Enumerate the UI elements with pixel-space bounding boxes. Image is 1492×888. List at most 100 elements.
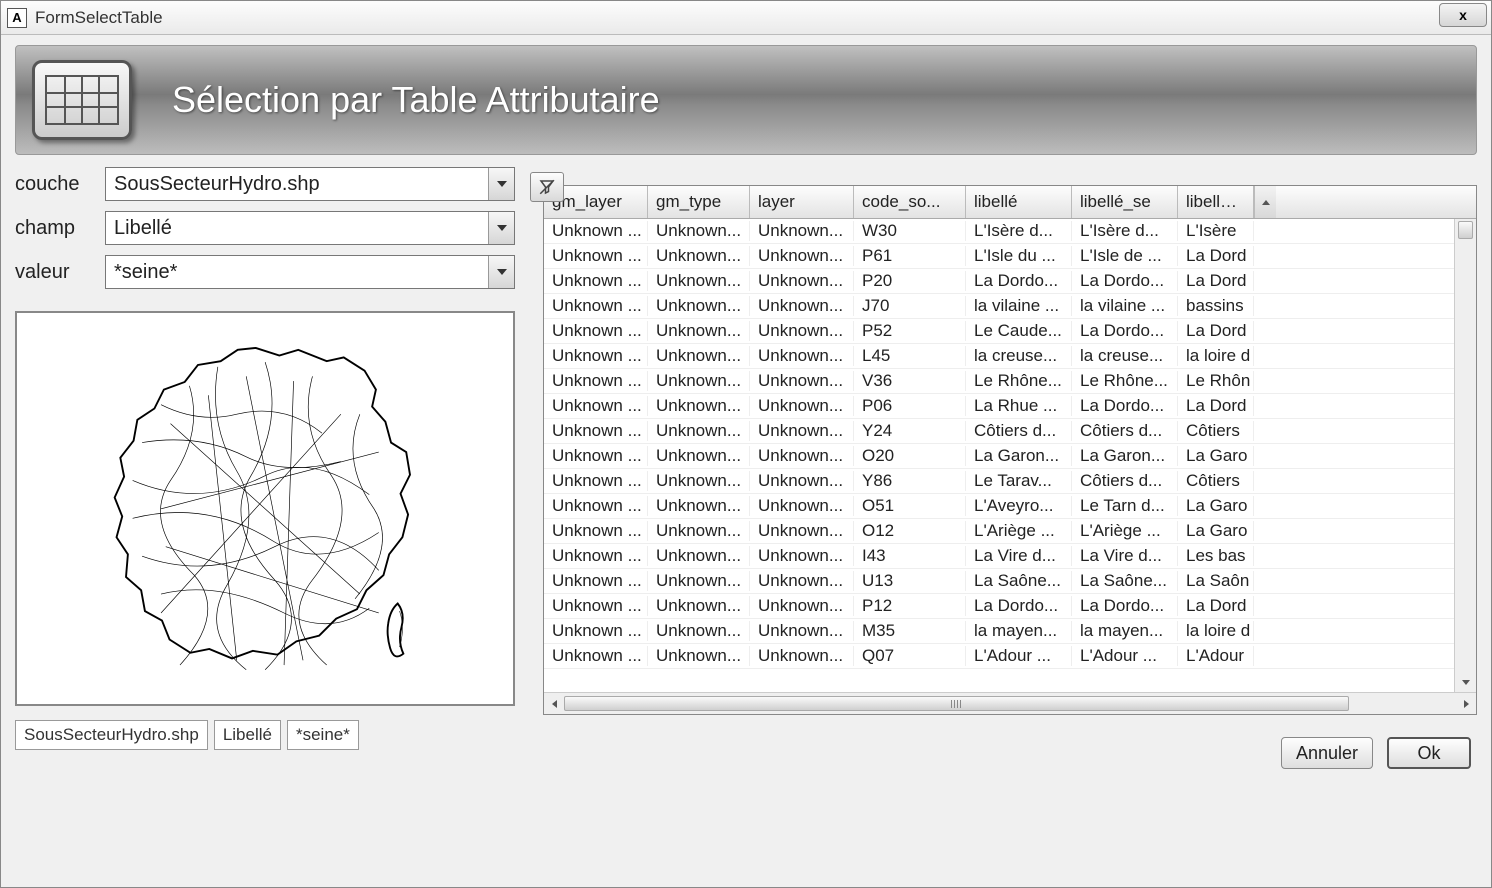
table-cell: Unknown...	[750, 271, 854, 291]
col-gm-type[interactable]: gm_type	[648, 186, 750, 218]
scroll-up-icon[interactable]	[1254, 186, 1276, 218]
table-cell: P12	[854, 596, 966, 616]
table-cell: Unknown ...	[544, 246, 648, 266]
table-cell: Unknown ...	[544, 546, 648, 566]
filter-button[interactable]	[530, 172, 564, 202]
table-cell: La Garon...	[966, 446, 1072, 466]
table-cell: P52	[854, 321, 966, 341]
table-cell: Unknown...	[648, 421, 750, 441]
ok-button[interactable]: Ok	[1387, 737, 1471, 769]
table-row[interactable]: Unknown ...Unknown...Unknown...P06La Rhu…	[544, 394, 1476, 419]
table-cell: Le Tarn d...	[1072, 496, 1178, 516]
left-panel: couche SousSecteurHydro.shp champ Libell…	[15, 167, 515, 887]
table-row[interactable]: Unknown ...Unknown...Unknown...J70la vil…	[544, 294, 1476, 319]
combo-champ-value: Libellé	[106, 217, 488, 240]
titlebar: A FormSelectTable x	[1, 1, 1491, 35]
app-icon: A	[7, 8, 27, 28]
table-cell: Unknown...	[750, 546, 854, 566]
col-layer[interactable]: layer	[750, 186, 854, 218]
chip-valeur: *seine*	[287, 720, 359, 750]
table-row[interactable]: Unknown ...Unknown...Unknown...V36Le Rhô…	[544, 369, 1476, 394]
chevron-down-icon[interactable]	[488, 212, 514, 244]
table-cell: Unknown...	[750, 571, 854, 591]
table-body[interactable]: Unknown ...Unknown...Unknown...W30L'Isèr…	[544, 219, 1476, 692]
table-row[interactable]: Unknown ...Unknown...Unknown...P20La Dor…	[544, 269, 1476, 294]
hscroll-thumb[interactable]	[564, 696, 1349, 711]
table-cell: Unknown...	[648, 246, 750, 266]
chevron-down-icon[interactable]	[488, 256, 514, 288]
horizontal-scrollbar[interactable]	[544, 692, 1476, 714]
col-libelle[interactable]: libellé	[966, 186, 1072, 218]
table-cell: La Dordo...	[1072, 596, 1178, 616]
cancel-button[interactable]: Annuler	[1281, 737, 1373, 769]
table-cell: U13	[854, 571, 966, 591]
table-cell: La Vire d...	[1072, 546, 1178, 566]
banner-title: Sélection par Table Attributaire	[172, 79, 660, 121]
combo-champ[interactable]: Libellé	[105, 211, 515, 245]
table-cell: Les bas	[1178, 546, 1254, 566]
table-cell: La Vire d...	[966, 546, 1072, 566]
table-cell: Le Rhône...	[1072, 371, 1178, 391]
table-cell: Unknown...	[648, 621, 750, 641]
table-cell: Unknown...	[750, 371, 854, 391]
table-cell: La Garon...	[1072, 446, 1178, 466]
table-cell: L'Ariège ...	[1072, 521, 1178, 541]
content-area: couche SousSecteurHydro.shp champ Libell…	[1, 155, 1491, 887]
table-row[interactable]: Unknown ...Unknown...Unknown...U13La Saô…	[544, 569, 1476, 594]
scrollbar-thumb[interactable]	[1458, 221, 1473, 239]
scroll-down-icon[interactable]	[1455, 672, 1476, 692]
table-row[interactable]: Unknown ...Unknown...Unknown...I43La Vir…	[544, 544, 1476, 569]
table-cell: La Saône...	[1072, 571, 1178, 591]
table-cell: L'Isère	[1178, 221, 1254, 241]
table-row[interactable]: Unknown ...Unknown...Unknown...O20La Gar…	[544, 444, 1476, 469]
table-header: gm_layer gm_type layer code_so... libell…	[544, 186, 1476, 219]
col-code-so[interactable]: code_so...	[854, 186, 966, 218]
table-row[interactable]: Unknown ...Unknown...Unknown...Q07L'Adou…	[544, 644, 1476, 669]
table-cell: I43	[854, 546, 966, 566]
col-libelle-re[interactable]: libellé_re	[1178, 186, 1254, 218]
table-row[interactable]: Unknown ...Unknown...Unknown...M35la may…	[544, 619, 1476, 644]
table-cell: L'Isère d...	[1072, 221, 1178, 241]
table-cell: Unknown...	[648, 271, 750, 291]
table-cell: Unknown...	[750, 421, 854, 441]
table-cell: la loire d	[1178, 346, 1254, 366]
combo-couche[interactable]: SousSecteurHydro.shp	[105, 167, 515, 201]
table-cell: Unknown...	[750, 646, 854, 666]
table-cell: L'Adour	[1178, 646, 1254, 666]
window-title: FormSelectTable	[35, 8, 163, 28]
table-cell: Côtiers d...	[966, 421, 1072, 441]
table-row[interactable]: Unknown ...Unknown...Unknown...L45la cre…	[544, 344, 1476, 369]
hscroll-track[interactable]	[564, 693, 1456, 714]
table-cell: La Dord	[1178, 271, 1254, 291]
scroll-right-icon[interactable]	[1456, 693, 1476, 714]
table-row[interactable]: Unknown ...Unknown...Unknown...P61L'Isle…	[544, 244, 1476, 269]
combo-couche-value: SousSecteurHydro.shp	[106, 173, 488, 196]
vertical-scrollbar[interactable]	[1454, 219, 1476, 692]
table-cell: Unknown...	[648, 471, 750, 491]
scroll-left-icon[interactable]	[544, 693, 564, 714]
chevron-down-icon[interactable]	[488, 168, 514, 200]
table-cell: L'Adour ...	[1072, 646, 1178, 666]
table-row[interactable]: Unknown ...Unknown...Unknown...Y24Côtier…	[544, 419, 1476, 444]
table-row[interactable]: Unknown ...Unknown...Unknown...Y86Le Tar…	[544, 469, 1476, 494]
table-row[interactable]: Unknown ...Unknown...Unknown...P12La Dor…	[544, 594, 1476, 619]
status-chips: SousSecteurHydro.shp Libellé *seine*	[15, 720, 515, 750]
table-row[interactable]: Unknown ...Unknown...Unknown...O12L'Ariè…	[544, 519, 1476, 544]
col-libelle-se[interactable]: libellé_se	[1072, 186, 1178, 218]
table-cell: La Garo	[1178, 521, 1254, 541]
table-cell: Unknown...	[648, 521, 750, 541]
combo-valeur[interactable]: *seine*	[105, 255, 515, 289]
table-row[interactable]: Unknown ...Unknown...Unknown...P52Le Cau…	[544, 319, 1476, 344]
table-cell: Unknown...	[648, 346, 750, 366]
table-cell: Le Rhôn	[1178, 371, 1254, 391]
table-cell: La Rhue ...	[966, 396, 1072, 416]
table-cell: Côtiers d...	[1072, 471, 1178, 491]
table-cell: Côtiers d...	[1072, 421, 1178, 441]
table-cell: la creuse...	[966, 346, 1072, 366]
table-cell: Unknown ...	[544, 396, 648, 416]
table-row[interactable]: Unknown ...Unknown...Unknown...W30L'Isèr…	[544, 219, 1476, 244]
table-cell: La Dordo...	[966, 596, 1072, 616]
close-button[interactable]: x	[1439, 3, 1487, 27]
combo-valeur-value: *seine*	[106, 261, 488, 284]
table-row[interactable]: Unknown ...Unknown...Unknown...O51L'Avey…	[544, 494, 1476, 519]
